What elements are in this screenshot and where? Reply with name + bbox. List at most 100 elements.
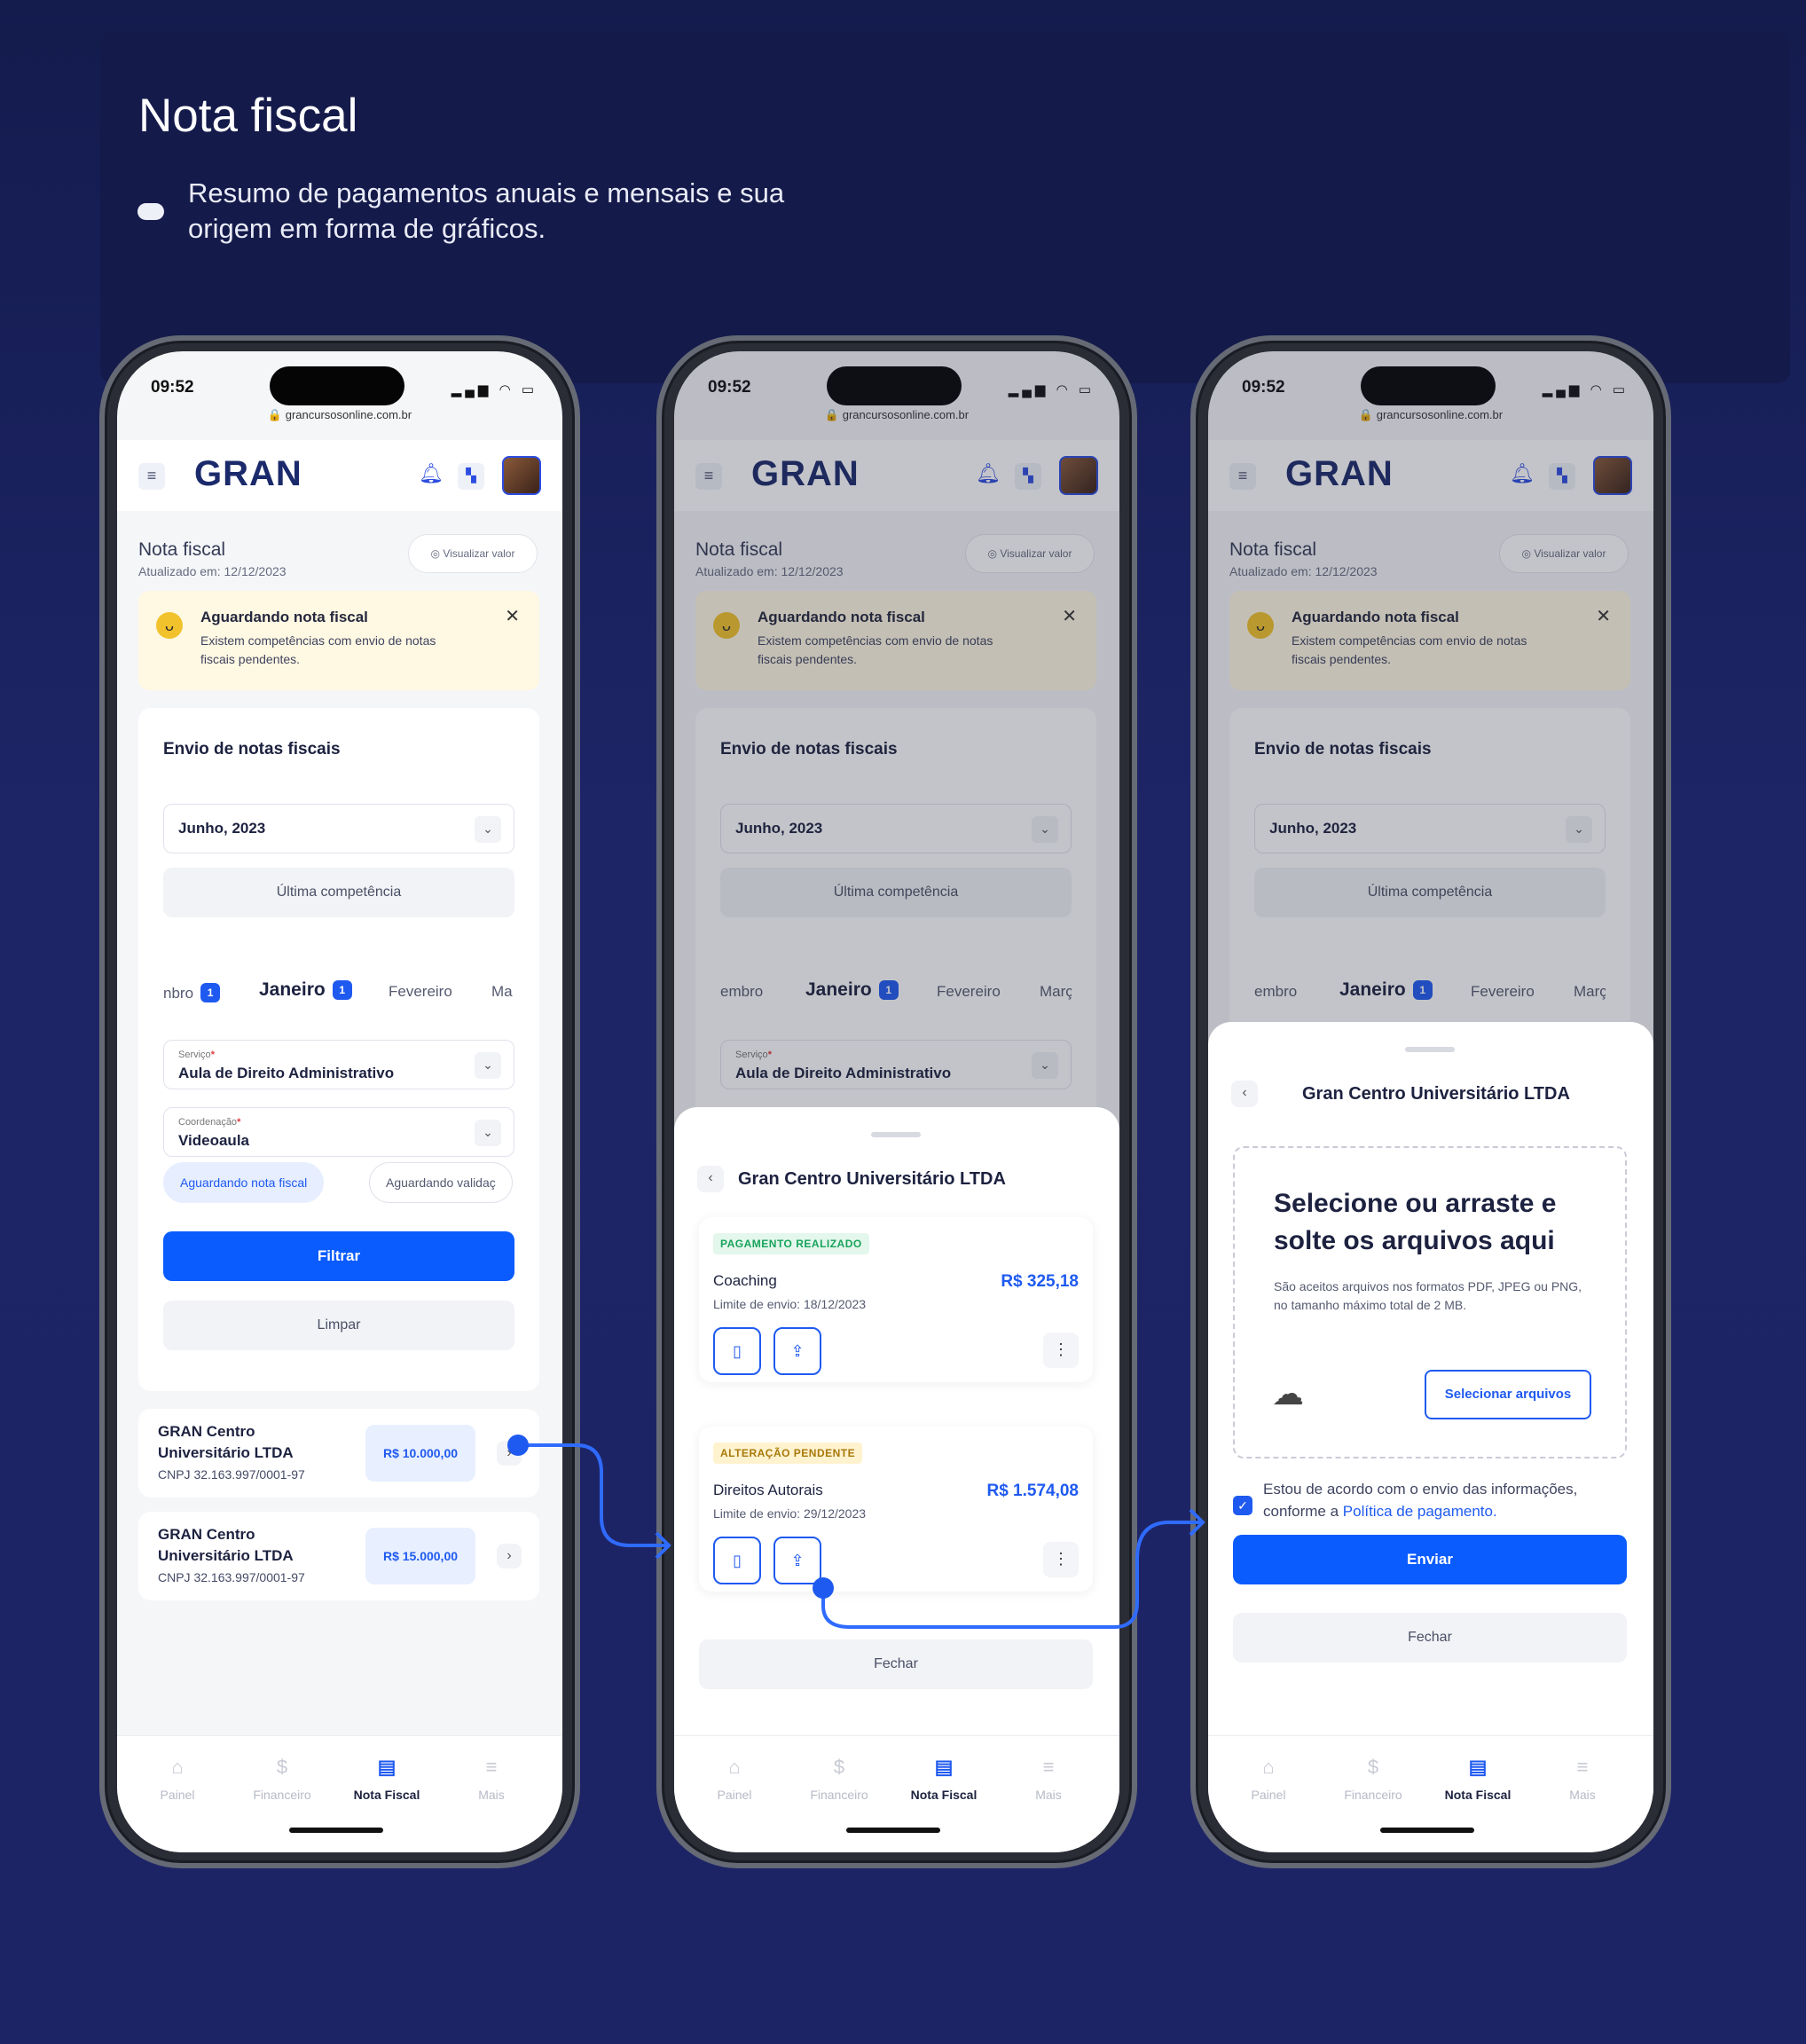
service-select[interactable]: Serviço* Aula de Direito Administrativo …	[163, 1040, 514, 1089]
hamburger-icon: ≡	[1042, 1756, 1055, 1778]
upload-icon[interactable]: ⇪	[773, 1537, 821, 1584]
nav-item-nota-fiscal[interactable]: ▤ Nota Fiscal	[891, 1756, 997, 1802]
warning-face-icon: ᴗ	[156, 612, 183, 639]
payment-name: Coaching	[713, 1272, 777, 1289]
nav-item-mais[interactable]: ≡ Mais	[438, 1756, 545, 1802]
chevron-right-icon[interactable]: ›	[497, 1544, 522, 1568]
view-value-label: Visualizar valor	[443, 547, 515, 560]
dropzone-help: São aceitos arquivos nos formatos PDF, J…	[1274, 1279, 1582, 1312]
nav-label: Mais	[478, 1788, 505, 1802]
list-item[interactable]: GRAN Centro Universitário LTDA CNPJ 32.1…	[138, 1512, 539, 1600]
nav-item-nota-fiscal[interactable]: ▤ Nota Fiscal	[334, 1756, 440, 1802]
clear-button[interactable]: Limpar	[163, 1301, 514, 1350]
home-icon: ⌂	[728, 1756, 741, 1778]
service-label: Serviço*	[178, 1050, 215, 1060]
home-icon: ⌂	[1262, 1756, 1275, 1778]
gran-logo[interactable]: GRAN	[194, 454, 302, 494]
status-icons: ▂▄▆ ◠ ▭	[451, 382, 538, 397]
month-tabs: nbro 1 Janeiro 1 Fevereiro Ma	[163, 974, 514, 1010]
nav-item-mais[interactable]: ≡ Mais	[995, 1756, 1102, 1802]
chevron-down-icon: ⌄	[475, 1052, 501, 1079]
coordination-value: Videoaula	[178, 1132, 249, 1149]
url-bar[interactable]: 🔒 grancursosonline.com.br	[117, 408, 562, 422]
payment-policy-link[interactable]: Política de pagamento	[1343, 1503, 1493, 1520]
close-button[interactable]: Fechar	[1233, 1613, 1627, 1663]
nav-item-nota-fiscal[interactable]: ▤ Nota Fiscal	[1425, 1756, 1531, 1802]
coin-icon: $	[1367, 1756, 1379, 1778]
cloud-upload-icon: ☁︎	[1272, 1375, 1304, 1411]
back-icon[interactable]: ‹	[697, 1166, 724, 1192]
upload-icon[interactable]: ⇪	[773, 1327, 821, 1375]
nav-item-painel[interactable]: ⌂ Painel	[681, 1756, 788, 1802]
bell-icon[interactable]: 🔔︎	[419, 462, 444, 485]
phone-screen: 09:52 ▂▄▆ ◠ ▭ 🔒 grancursosonline.com.br …	[117, 351, 562, 1852]
apps-grid-icon[interactable]: ▚	[458, 463, 484, 490]
document-icon: ▤	[934, 1756, 954, 1778]
menu-icon[interactable]: ≡	[138, 463, 165, 490]
sheet-handle[interactable]	[871, 1132, 921, 1137]
tab-month-label: nbro	[163, 985, 194, 1002]
company-cnpj: CNPJ 32.163.997/0001-97	[158, 1467, 305, 1482]
chevron-right-icon[interactable]: ›	[497, 1441, 522, 1466]
alert-title: Aguardando nota fiscal	[200, 609, 368, 625]
nav-item-mais[interactable]: ≡ Mais	[1529, 1756, 1636, 1802]
close-icon[interactable]: ✕	[505, 605, 520, 627]
nav-label: Nota Fiscal	[910, 1788, 978, 1802]
count-badge: 1	[332, 980, 352, 1000]
document-icon[interactable]: ▯	[713, 1327, 761, 1375]
chip-awaiting-invoice[interactable]: Aguardando nota fiscal	[163, 1162, 325, 1203]
nav-label: Financeiro	[1344, 1788, 1402, 1802]
coordination-select[interactable]: Coordenação* Videoaula ⌄	[163, 1107, 514, 1157]
bottom-nav: ⌂ Painel $ Financeiro ▤ Nota Fiscal ≡ Mais	[117, 1735, 562, 1852]
app-header: ≡ GRAN 🔔︎ ▚	[117, 440, 562, 511]
view-value-button[interactable]: ◎ Visualizar valor	[408, 534, 538, 573]
alert-body: Existem competências com envio de notas …	[200, 633, 436, 666]
avatar[interactable]	[502, 456, 541, 495]
nav-label: Mais	[1035, 1788, 1062, 1802]
chip-awaiting-validation[interactable]: Aguardando validaç	[369, 1162, 513, 1203]
month-select[interactable]: Junho, 2023 ⌄	[163, 804, 514, 853]
more-vertical-icon[interactable]: ⋮	[1043, 1333, 1079, 1368]
nav-item-financeiro[interactable]: $ Financeiro	[229, 1756, 335, 1802]
nav-item-financeiro[interactable]: $ Financeiro	[1320, 1756, 1426, 1802]
nav-item-financeiro[interactable]: $ Financeiro	[786, 1756, 892, 1802]
tab-month-label: Janeiro	[259, 979, 326, 1000]
pending-alert: ᴗ Aguardando nota fiscal Existem competê…	[138, 591, 539, 690]
document-icon[interactable]: ▯	[713, 1537, 761, 1584]
tab-month-march[interactable]: Ma	[491, 983, 513, 1001]
more-vertical-icon[interactable]: ⋮	[1043, 1542, 1079, 1577]
invoice-filter-card: Envio de notas fiscais Junho, 2023 ⌄ Últ…	[138, 708, 539, 1391]
close-button[interactable]: Fechar	[699, 1639, 1093, 1689]
page-title: Nota fiscal	[138, 539, 226, 560]
chevron-down-icon: ⌄	[475, 1120, 501, 1146]
filter-button[interactable]: Filtrar	[163, 1231, 514, 1281]
select-files-button[interactable]: Selecionar arquivos	[1425, 1370, 1591, 1419]
payment-name: Direitos Autorais	[713, 1482, 823, 1498]
back-icon[interactable]: ‹	[1231, 1081, 1258, 1107]
sheet-title: Gran Centro Universitário LTDA	[738, 1169, 1006, 1189]
send-button[interactable]: Enviar	[1233, 1535, 1627, 1584]
url-text: grancursosonline.com.br	[285, 408, 412, 421]
payment-limit: Limite de envio: 18/12/2023	[713, 1297, 867, 1311]
home-indicator	[1380, 1828, 1474, 1833]
tab-month-january[interactable]: Janeiro 1	[259, 979, 352, 1001]
service-value: Aula de Direito Administrativo	[178, 1065, 395, 1081]
consent-checkbox[interactable]: ✓	[1233, 1496, 1252, 1515]
nav-label: Nota Fiscal	[1444, 1788, 1512, 1802]
home-indicator	[846, 1828, 940, 1833]
bullet-dot	[137, 203, 164, 220]
file-dropzone[interactable]: Selecione ou arraste e solte os arquivos…	[1233, 1146, 1627, 1458]
phone-3: 09:52 ▂▄▆ ◠ ▭ 🔒 grancursosonline.com.br …	[1190, 335, 1671, 1868]
nav-item-painel[interactable]: ⌂ Painel	[124, 1756, 231, 1802]
status-badge: PAGAMENTO REALIZADO	[713, 1233, 869, 1254]
list-item[interactable]: GRAN Centro Universitário LTDA CNPJ 32.1…	[138, 1409, 539, 1498]
payment-card: PAGAMENTO REALIZADO Coaching Limite de e…	[699, 1217, 1093, 1382]
tab-month-prev[interactable]: nbro 1	[163, 983, 221, 1002]
sheet-title: Gran Centro Universitário LTDA	[1302, 1084, 1570, 1104]
tab-month-february[interactable]: Fevereiro	[389, 983, 452, 1001]
nav-label: Mais	[1569, 1788, 1596, 1802]
sheet-handle[interactable]	[1405, 1047, 1455, 1052]
last-competence-button[interactable]: Última competência	[163, 868, 514, 917]
bottom-nav: ⌂ Painel $ Financeiro ▤ Nota Fiscal ≡ Mais	[674, 1735, 1119, 1852]
nav-item-painel[interactable]: ⌂ Painel	[1215, 1756, 1322, 1802]
